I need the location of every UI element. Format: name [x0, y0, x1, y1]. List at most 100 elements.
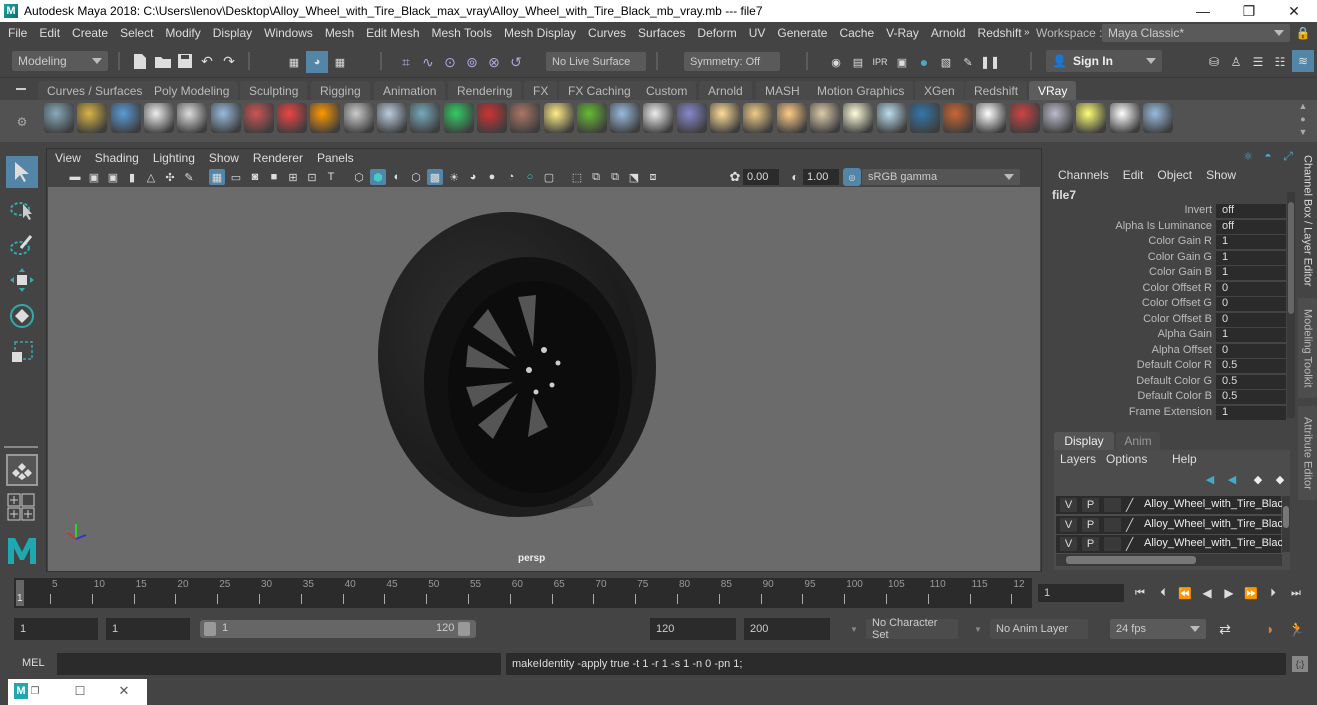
attribute-label[interactable]: Alpha Is Luminance: [1115, 220, 1212, 232]
shadows-icon[interactable]: ◕: [465, 169, 481, 185]
use-all-lights-icon[interactable]: ☀: [446, 169, 462, 185]
layer-tab-display[interactable]: Display: [1054, 432, 1114, 450]
new-layer-selected-icon[interactable]: ◆: [1272, 472, 1288, 486]
menu-vray[interactable]: V-Ray: [880, 26, 925, 40]
channel-menu-object[interactable]: Object: [1157, 168, 1192, 182]
field-chart-icon[interactable]: ⊞: [285, 169, 301, 185]
shelf-tab-fx[interactable]: FX: [524, 81, 558, 100]
vray-material-icon[interactable]: [277, 103, 308, 133]
pause-viewport-icon[interactable]: ❚❚: [980, 52, 1000, 72]
vray-spot-icon[interactable]: [743, 103, 774, 133]
select-hierarchy-icon[interactable]: ▦: [284, 52, 304, 72]
viewport-menu-view[interactable]: View: [55, 151, 81, 165]
attribute-label[interactable]: Color Gain G: [1148, 251, 1212, 263]
anim-preferences-icon[interactable]: 🏃: [1286, 619, 1308, 639]
render-setup-icon[interactable]: ▧: [936, 52, 956, 72]
ipr-render-icon[interactable]: IPR: [870, 52, 890, 72]
grid-icon[interactable]: ▦: [209, 169, 225, 185]
xray-active-icon[interactable]: ⧉: [607, 169, 623, 185]
attribute-label[interactable]: Color Offset B: [1143, 313, 1212, 325]
bookmark-icon[interactable]: ▮: [124, 169, 140, 185]
safe-action-icon[interactable]: ⊡: [304, 169, 320, 185]
viewport-menu-panels[interactable]: Panels: [317, 151, 354, 165]
paint-select-tool-icon[interactable]: [6, 229, 38, 261]
render-settings-icon[interactable]: ▣: [892, 52, 912, 72]
time-slider[interactable]: 1 5 10 15 20 25 30 35 40 45 50 55 60 65 70 75 80 85 90 95 1…: [14, 578, 1032, 608]
scale-tool-icon[interactable]: [6, 336, 38, 368]
go-to-end-icon[interactable]: ⏭: [1286, 584, 1306, 602]
go-to-start-icon[interactable]: ⏮: [1130, 584, 1150, 602]
symmetry-dropdown[interactable]: Symmetry: Off: [684, 52, 780, 71]
camera-attributes-icon[interactable]: ▣: [105, 169, 121, 185]
menu-select[interactable]: Select: [114, 26, 159, 40]
vray-cube-icon[interactable]: [377, 103, 407, 133]
channel-menu-edit[interactable]: Edit: [1123, 168, 1144, 182]
command-input[interactable]: [57, 653, 501, 675]
side-tab-attribute-editor[interactable]: Attribute Editor: [1298, 406, 1317, 500]
menu-modify[interactable]: Modify: [159, 26, 206, 40]
quick-layout-icon[interactable]: [7, 493, 35, 521]
layer-playback-toggle[interactable]: P: [1082, 498, 1099, 512]
attribute-value[interactable]: off: [1216, 219, 1286, 234]
loop-icon[interactable]: ⇄: [1214, 619, 1236, 639]
menu-surfaces[interactable]: Surfaces: [632, 26, 691, 40]
redo-icon[interactable]: ↷: [220, 52, 238, 70]
scrollbar-thumb[interactable]: [1288, 202, 1294, 314]
move-tool-icon[interactable]: [6, 264, 38, 296]
range-start-handle[interactable]: [204, 622, 216, 636]
vray-scene-icon[interactable]: [110, 103, 141, 133]
vray-camera-icon[interactable]: [243, 103, 274, 133]
hud-icon[interactable]: ⧈: [645, 169, 661, 185]
layer-row[interactable]: V P ╱ Alloy_Wheel_with_Tire_Black: [1056, 496, 1284, 514]
rotate-tool-icon[interactable]: [6, 300, 38, 332]
depth-of-field-icon[interactable]: ▢: [541, 169, 557, 185]
lock-icon[interactable]: 🔒: [1296, 25, 1311, 41]
tool-settings-icon[interactable]: ⤢: [1280, 148, 1296, 164]
snap-curve-icon[interactable]: ∿: [418, 52, 438, 72]
attribute-scrollbar[interactable]: [1287, 192, 1295, 418]
vray-clipper-icon[interactable]: [610, 103, 641, 133]
shelf-tab-sculpting[interactable]: Sculpting: [240, 81, 308, 100]
minimize-button[interactable]: —: [1180, 0, 1226, 22]
exposure-icon[interactable]: ✿: [727, 169, 743, 185]
channel-menu-channels[interactable]: Channels: [1058, 168, 1109, 182]
grease-pencil-icon[interactable]: ✎: [181, 169, 197, 185]
menu-curves[interactable]: Curves: [582, 26, 632, 40]
move-layer-down-icon[interactable]: ◀: [1224, 472, 1240, 486]
vray-texture-icon[interactable]: [510, 103, 541, 133]
viewport-menu-show[interactable]: Show: [209, 151, 239, 165]
tire-model[interactable]: [378, 212, 656, 517]
layer-tab-anim[interactable]: Anim: [1116, 432, 1160, 450]
side-tab-channel-box[interactable]: Channel Box / Layer Editor: [1298, 150, 1317, 292]
layer-display-type-toggle[interactable]: [1104, 537, 1121, 551]
two-d-pan-icon[interactable]: ✣: [162, 169, 178, 185]
vray-rect-light-icon[interactable]: [876, 103, 907, 133]
layer-menu-help[interactable]: Help: [1172, 452, 1197, 466]
snap-view-plane-icon[interactable]: ⊚: [462, 52, 482, 72]
attribute-value[interactable]: 0.5: [1216, 390, 1286, 404]
vray-export-icon[interactable]: [44, 103, 74, 133]
restore-button[interactable]: ❐: [1226, 0, 1272, 22]
attribute-value[interactable]: 0: [1216, 281, 1286, 296]
snap-point-icon[interactable]: ⊙: [440, 52, 460, 72]
layer-display-type-toggle[interactable]: [1104, 498, 1121, 512]
script-editor-icon[interactable]: {;}: [1292, 656, 1308, 672]
shelf-tab-custom[interactable]: Custom: [637, 81, 697, 100]
minimized-window[interactable]: M ❐ ☐ ✕: [8, 679, 147, 705]
shelf-tab-fx-caching[interactable]: FX Caching: [559, 81, 640, 100]
viewport-3d-view[interactable]: persp: [48, 187, 1040, 571]
vray-ies-icon[interactable]: [809, 103, 840, 133]
workspace-dropdown[interactable]: Maya Classic*: [1102, 24, 1290, 42]
attribute-editor-icon[interactable]: ☰: [1248, 52, 1268, 72]
safe-title-icon[interactable]: T: [323, 169, 339, 185]
step-back-key-icon[interactable]: ⏴: [1154, 584, 1172, 602]
shelf-tab-xgen[interactable]: XGen: [915, 81, 964, 100]
attribute-value[interactable]: off: [1216, 204, 1286, 218]
attribute-value[interactable]: 1: [1216, 266, 1286, 280]
shelf-settings-icon[interactable]: ⚙: [16, 115, 28, 129]
attribute-label[interactable]: Alpha Offset: [1152, 344, 1212, 356]
menu-arnold[interactable]: Arnold: [925, 26, 972, 40]
animation-start-field[interactable]: 1: [14, 618, 98, 640]
vray-frame-buffer-icon[interactable]: [1009, 103, 1040, 133]
vray-checker-icon[interactable]: [976, 103, 1007, 133]
